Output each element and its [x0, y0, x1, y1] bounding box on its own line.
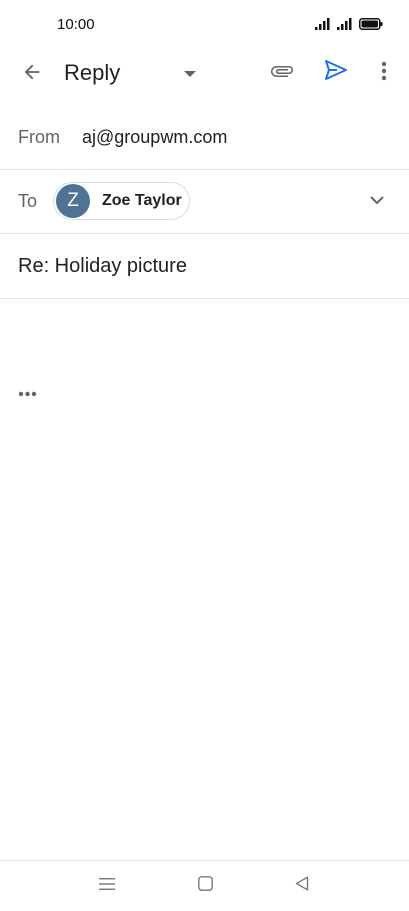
more-options-button[interactable]: [370, 56, 398, 90]
message-body[interactable]: [0, 299, 409, 859]
home-icon: [197, 876, 213, 896]
menu-button[interactable]: [94, 875, 120, 897]
to-row[interactable]: To Z Zoe Taylor: [0, 169, 409, 234]
send-button[interactable]: [319, 55, 353, 89]
back-arrow-icon: [21, 61, 43, 88]
system-nav-bar: [0, 860, 409, 911]
subject-field[interactable]: Re: Holiday picture: [18, 255, 187, 278]
send-icon: [324, 59, 348, 86]
menu-icon: [99, 877, 115, 896]
home-button[interactable]: [192, 874, 218, 898]
attachment-icon: [270, 59, 294, 88]
reply-type-dropdown[interactable]: [176, 60, 204, 88]
show-quoted-text-icon: [18, 385, 38, 402]
avatar: Z: [56, 184, 90, 218]
subject-row[interactable]: Re: Holiday picture: [0, 234, 409, 299]
dropdown-caret-icon: [183, 65, 197, 83]
chevron-down-icon: [369, 192, 385, 210]
page-title: Reply: [64, 60, 121, 85]
app-bar: Reply: [0, 50, 409, 96]
back-button[interactable]: [14, 56, 50, 92]
signal-icon: [315, 17, 331, 35]
status-bar: 10:00: [0, 0, 409, 50]
to-label: To: [18, 191, 38, 211]
recipient-chip[interactable]: Z Zoe Taylor: [53, 182, 190, 220]
status-time: 10:00: [57, 16, 95, 33]
expand-recipients-button[interactable]: [362, 187, 392, 215]
avatar-initial: Z: [67, 190, 79, 211]
attach-button[interactable]: [265, 56, 299, 90]
more-vert-icon: [381, 61, 387, 86]
recipient-name: Zoe Taylor: [102, 192, 182, 209]
battery-icon: [359, 17, 383, 35]
from-label: From: [18, 127, 60, 147]
back-nav-button[interactable]: [289, 874, 315, 898]
from-row[interactable]: From aj@groupwm.com: [0, 105, 409, 170]
from-value: aj@groupwm.com: [82, 127, 228, 147]
show-quoted-text-button[interactable]: [18, 385, 38, 403]
signal-icon: [337, 17, 353, 35]
back-triangle-icon: [295, 876, 309, 896]
